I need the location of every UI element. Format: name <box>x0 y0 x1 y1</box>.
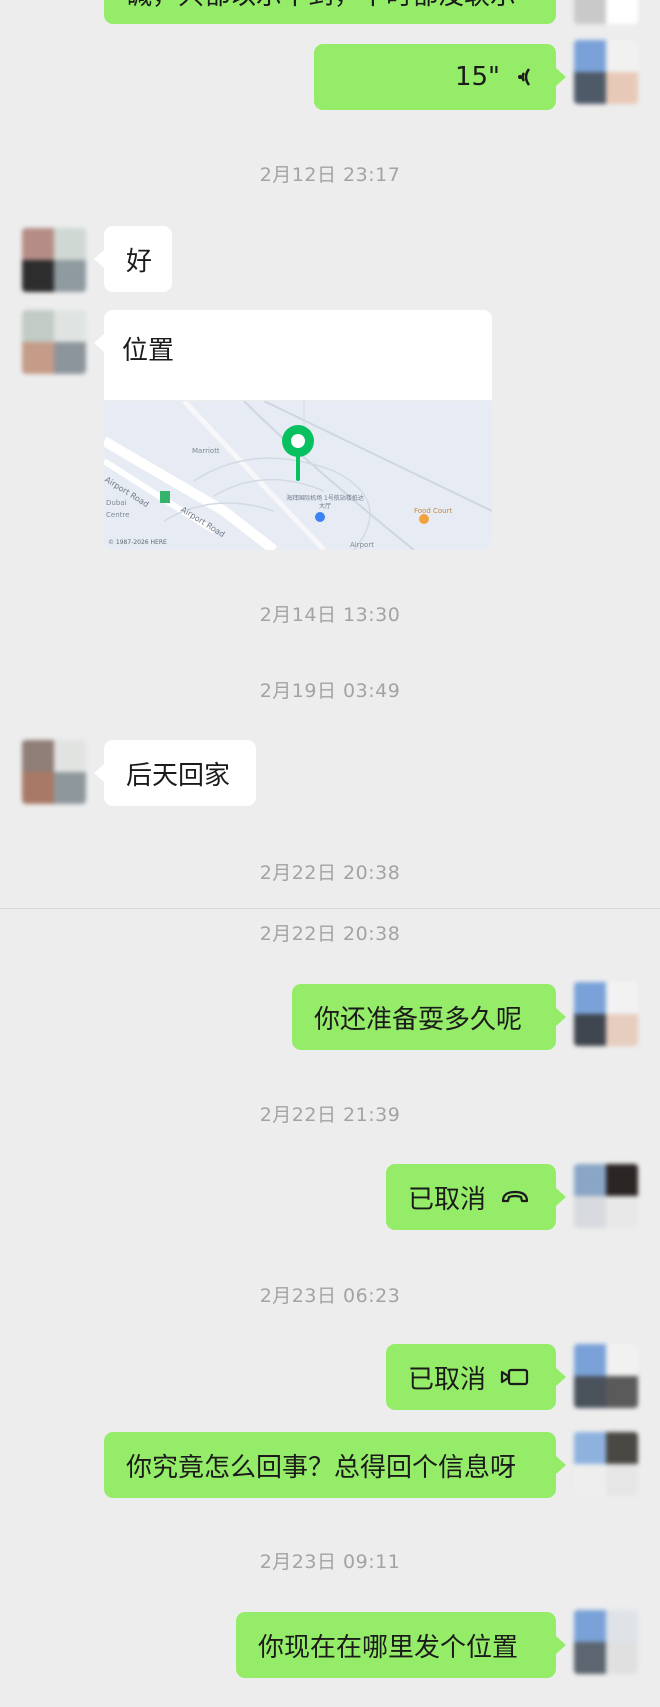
map-label: 海拜国际机场 1号航站楼抵达大厅 <box>286 495 364 510</box>
avatar-self[interactable] <box>574 982 638 1046</box>
message-bubble-received[interactable]: 后天回家 <box>104 740 256 806</box>
message-bubble-sent[interactable]: 你现在在哪里发个位置 <box>236 1612 556 1678</box>
message-text: 好 <box>126 246 153 277</box>
avatar-self[interactable] <box>574 1610 638 1674</box>
phone-hangup-icon <box>500 1188 530 1206</box>
message-text: 你究竟怎么回事？总得回个信息呀 <box>126 1452 517 1483</box>
video-call-cancelled-bubble[interactable]: 已取消 <box>386 1344 556 1410</box>
map-label: Dubai <box>106 499 127 507</box>
timestamp: 2月23日 09:11 <box>259 1551 401 1573</box>
timestamp: 2月22日 21:39 <box>259 1104 401 1126</box>
location-message-card[interactable]: 位置 Marriott Airport Road Airport Road Du… <box>104 310 492 550</box>
timestamp: 2月19日 03:49 <box>259 680 401 702</box>
message-text: 已取消 <box>408 1364 487 1395</box>
call-cancelled-bubble[interactable]: 已取消 <box>386 1164 556 1230</box>
map-label: Food Court <box>414 507 453 515</box>
map-label: Centre <box>106 511 130 519</box>
timestamp: 2月22日 20:38 <box>259 862 401 884</box>
message-text: 你还准备耍多久呢 <box>314 1004 523 1035</box>
map-attribution: © 1987-2026 HERE <box>108 539 167 546</box>
timestamp: 2月14日 13:30 <box>259 604 401 626</box>
avatar-self[interactable] <box>574 0 638 24</box>
timestamp: 2月23日 06:23 <box>259 1285 401 1307</box>
divider <box>0 908 660 909</box>
avatar-self[interactable] <box>574 40 638 104</box>
message-bubble-received[interactable]: 好 <box>104 226 172 292</box>
timestamp: 2月22日 20:38 <box>259 923 401 945</box>
voice-message-bubble[interactable]: 15" <box>314 44 556 110</box>
message-bubble-sent[interactable]: 你还准备耍多久呢 <box>292 984 556 1050</box>
video-call-icon <box>500 1367 530 1387</box>
message-bubble-sent[interactable]: 你究竟怎么回事？总得回个信息呀 <box>104 1432 556 1498</box>
map-preview[interactable]: Marriott Airport Road Airport Road Dubai… <box>104 399 492 550</box>
voice-wave-icon <box>514 65 534 89</box>
message-text: 你现在在哪里发个位置 <box>258 1632 519 1663</box>
map-label: Airport <box>350 541 374 549</box>
location-title: 位置 <box>122 336 175 366</box>
avatar-contact[interactable] <box>22 740 86 804</box>
avatar-contact[interactable] <box>22 310 86 374</box>
message-text: 后天回家 <box>126 760 231 791</box>
message-text: 已取消 <box>408 1184 487 1215</box>
voice-duration: 15" <box>454 62 500 92</box>
timestamp: 2月12日 23:17 <box>259 164 401 186</box>
avatar-self[interactable] <box>574 1164 638 1228</box>
message-text: 碱，只都以示干到，干时都没联示 <box>126 0 516 12</box>
message-bubble-partial[interactable]: 碱，只都以示干到，干时都没联示 <box>104 0 556 24</box>
map-label: Marriott <box>192 447 220 455</box>
map-pin-icon <box>278 423 318 485</box>
avatar-contact[interactable] <box>22 228 86 292</box>
avatar-self[interactable] <box>574 1344 638 1408</box>
avatar-self[interactable] <box>574 1432 638 1496</box>
